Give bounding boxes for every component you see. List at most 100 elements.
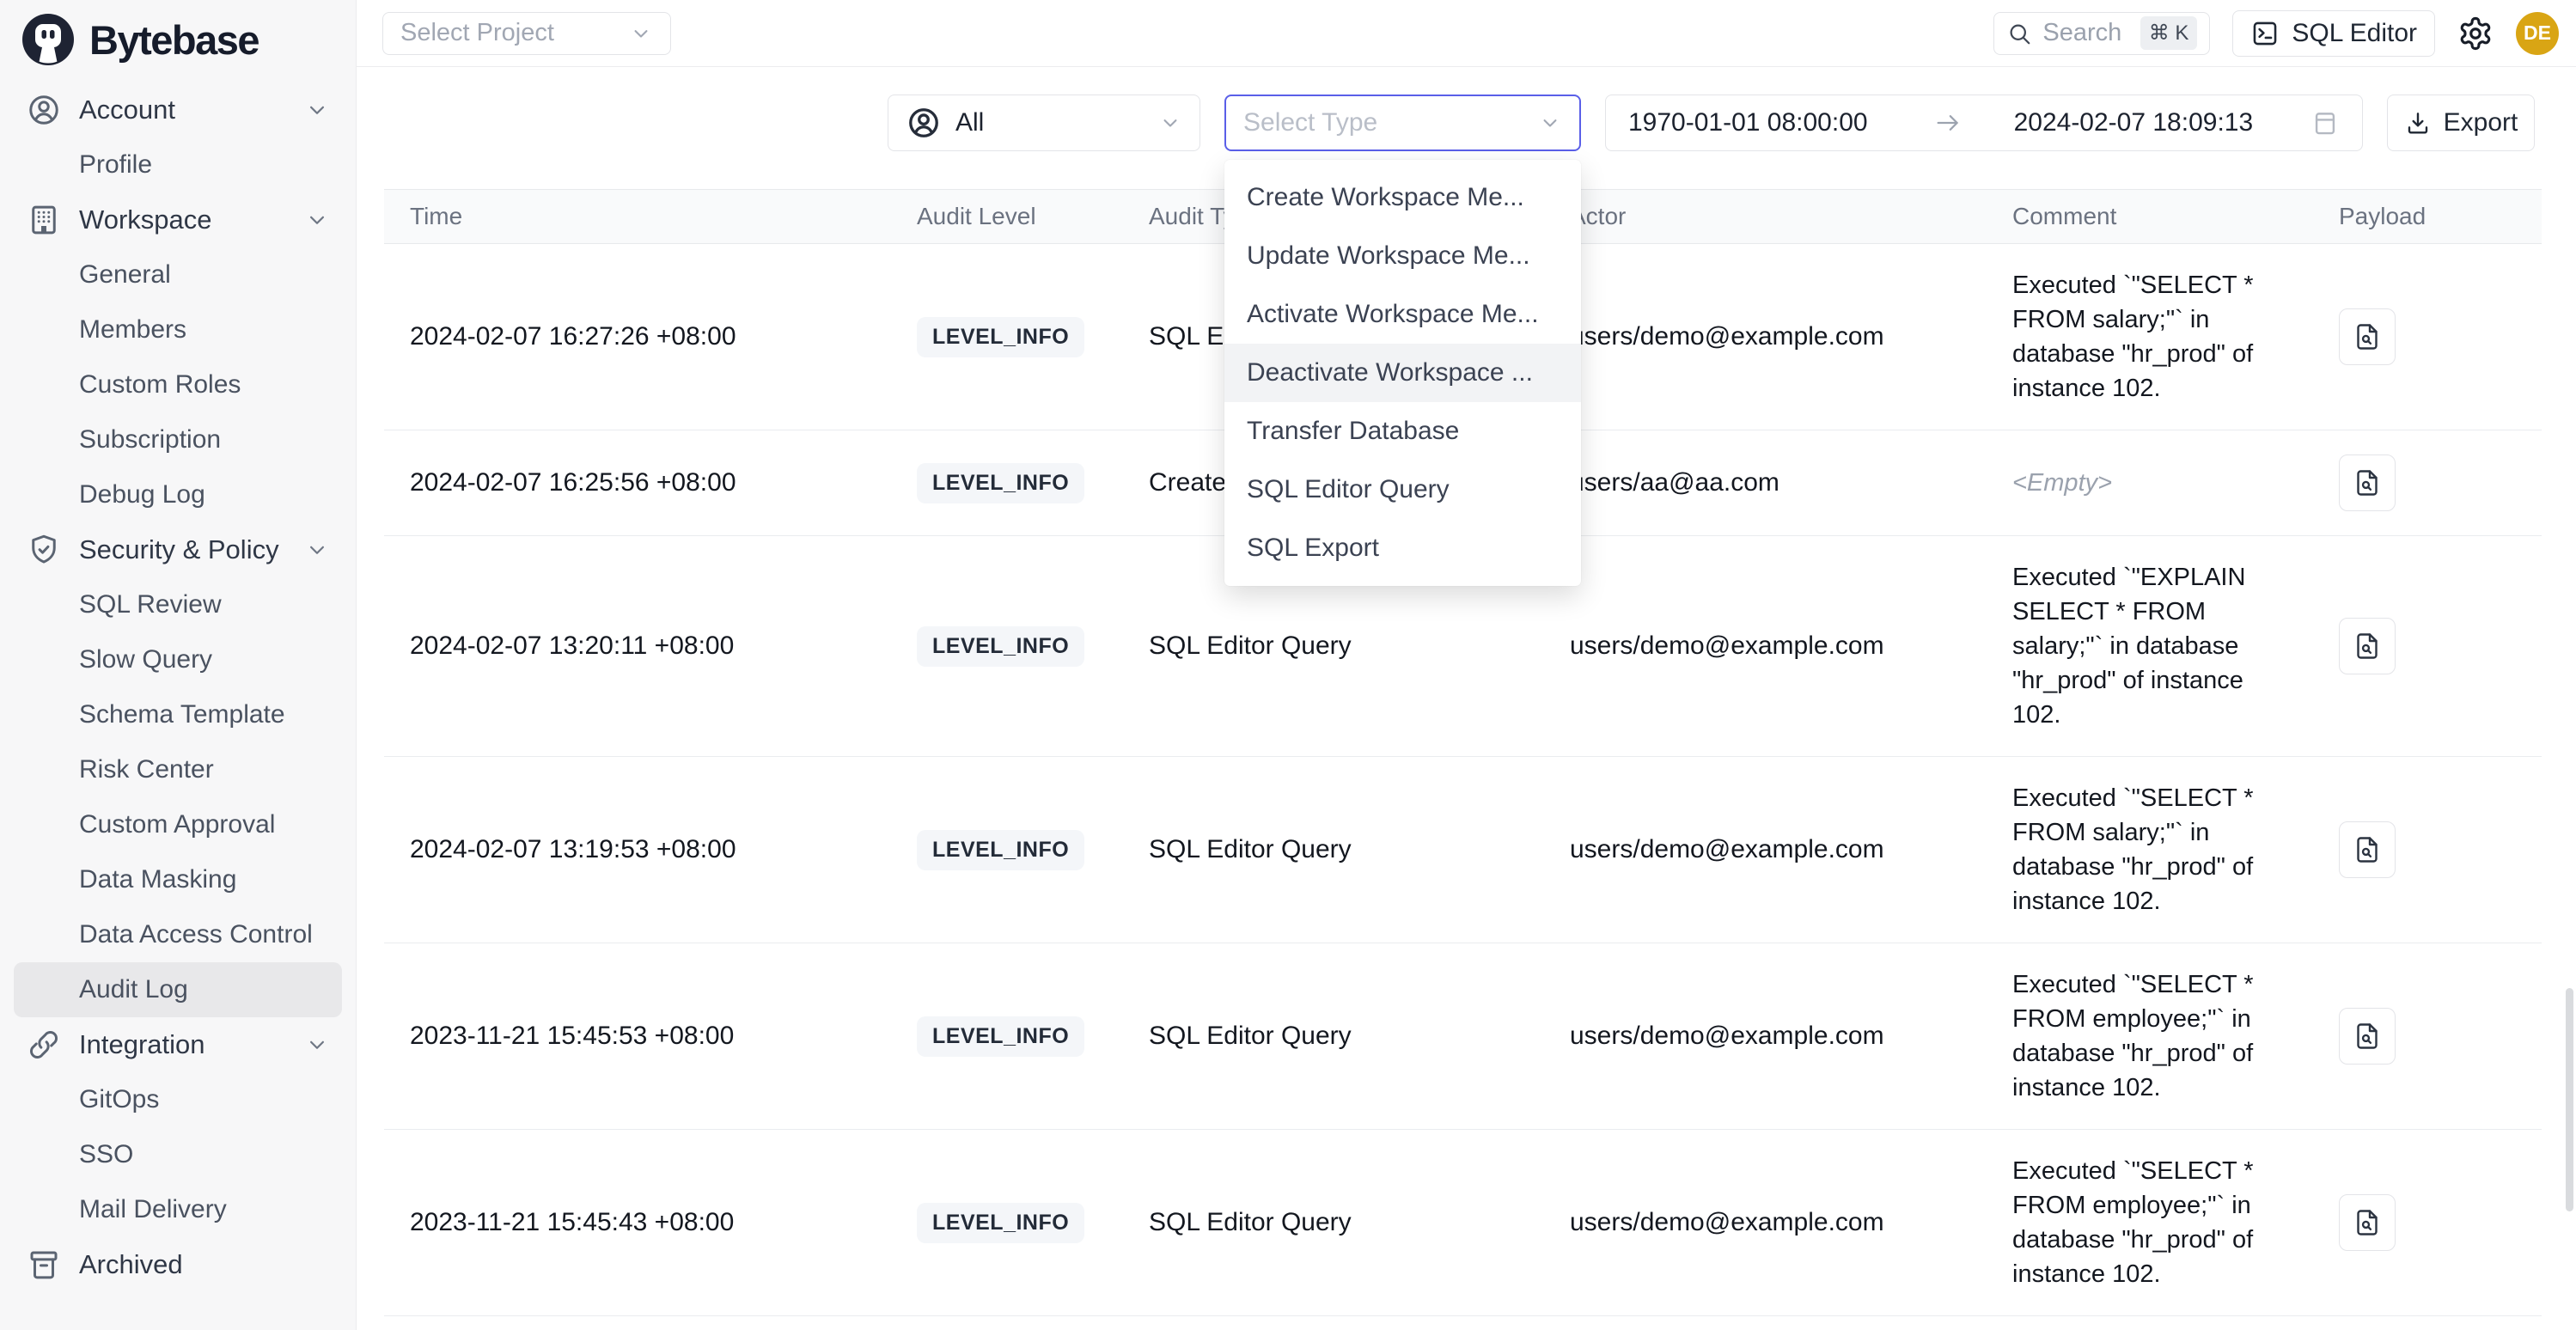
topbar: Select Project Search ⌘ K SQL bbox=[357, 0, 2576, 67]
cell-actor: users/demo@example.com bbox=[1544, 943, 1987, 1130]
table-row: 2023-11-21 15:45:43 +08:00LEVEL_INFOSQL … bbox=[384, 1130, 2542, 1316]
dropdown-option-update-workspace-me[interactable]: Update Workspace Me... bbox=[1224, 227, 1581, 285]
cell-audit-level: LEVEL_INFO bbox=[891, 943, 1123, 1130]
cell-time: 2023-11-04 22:48:30 +08:00 bbox=[384, 1316, 891, 1330]
project-select[interactable]: Select Project bbox=[382, 12, 671, 55]
sidebar-item-profile[interactable]: Profile bbox=[14, 137, 342, 192]
sidebar-item-gitops[interactable]: GitOps bbox=[14, 1072, 342, 1127]
cell-comment: Executed `"SELECT * FROM salary;"` in da… bbox=[1987, 757, 2313, 943]
sidebar-item-label: Risk Center bbox=[79, 755, 214, 784]
cell-audit-level: LEVEL_INFO bbox=[891, 757, 1123, 943]
actor-filter-value: All bbox=[955, 108, 984, 137]
download-icon bbox=[2404, 109, 2432, 137]
file-search-icon bbox=[2352, 1207, 2383, 1238]
scrollbar-thumb[interactable] bbox=[2566, 988, 2573, 1211]
link-icon bbox=[26, 1027, 62, 1063]
audit-level-badge: LEVEL_INFO bbox=[917, 463, 1084, 503]
cell-actor: users/demo@example.com bbox=[1544, 757, 1987, 943]
avatar[interactable]: DE bbox=[2516, 12, 2559, 55]
audit-level-badge: LEVEL_INFO bbox=[917, 830, 1084, 870]
sidebar-item-custom-roles[interactable]: Custom Roles bbox=[14, 357, 342, 412]
cell-payload bbox=[2313, 244, 2542, 430]
dropdown-option-sql-export[interactable]: SQL Export bbox=[1224, 519, 1581, 577]
user-circle-icon bbox=[906, 105, 942, 141]
dropdown-option-deactivate-workspace[interactable]: Deactivate Workspace ... bbox=[1224, 344, 1581, 402]
gear-icon[interactable] bbox=[2457, 15, 2494, 52]
dropdown-option-create-workspace-me[interactable]: Create Workspace Me... bbox=[1224, 168, 1581, 227]
content: All Select Type 1970-01-01 08:00:00 bbox=[357, 67, 2576, 1330]
sidebar-item-audit-log[interactable]: Audit Log bbox=[14, 962, 342, 1017]
payload-view-button[interactable] bbox=[2339, 1194, 2396, 1251]
type-filter-select[interactable]: Select Type bbox=[1224, 95, 1581, 151]
chevron-down-icon bbox=[304, 97, 330, 123]
sidebar-item-label: SSO bbox=[79, 1140, 133, 1169]
topbar-right: Search ⌘ K SQL Editor DE bbox=[1993, 10, 2559, 57]
sidebar-item-risk-center[interactable]: Risk Center bbox=[14, 742, 342, 797]
audit-level-badge: LEVEL_INFO bbox=[917, 1016, 1084, 1057]
export-button[interactable]: Export bbox=[2387, 95, 2535, 151]
date-range-picker[interactable]: 1970-01-01 08:00:00 2024-02-07 18:09:13 bbox=[1605, 95, 2363, 151]
chevron-down-icon bbox=[1158, 111, 1182, 135]
dropdown-option-activate-workspace-me[interactable]: Activate Workspace Me... bbox=[1224, 285, 1581, 344]
cell-payload bbox=[2313, 430, 2542, 536]
sidebar-section-integration[interactable]: Integration bbox=[14, 1017, 342, 1072]
project-select-placeholder: Select Project bbox=[400, 19, 554, 47]
bytebase-logo-icon bbox=[21, 12, 76, 67]
type-filter-dropdown: Create Workspace Me...Update Workspace M… bbox=[1224, 160, 1581, 586]
cell-payload bbox=[2313, 943, 2542, 1130]
sidebar-item-sql-review[interactable]: SQL Review bbox=[14, 577, 342, 632]
actor-filter-select[interactable]: All bbox=[888, 95, 1200, 151]
table-row: 2023-11-04 22:48:30 +08:00LEVEL_INFOCrea… bbox=[384, 1316, 2542, 1330]
sidebar-item-data-masking[interactable]: Data Masking bbox=[14, 852, 342, 907]
audit-level-badge: LEVEL_INFO bbox=[917, 317, 1084, 357]
payload-view-button[interactable] bbox=[2339, 308, 2396, 365]
sidebar-item-subscription[interactable]: Subscription bbox=[14, 412, 342, 467]
sidebar-item-members[interactable]: Members bbox=[14, 302, 342, 357]
cell-audit-level: LEVEL_INFO bbox=[891, 1130, 1123, 1316]
sidebar-item-schema-template[interactable]: Schema Template bbox=[14, 687, 342, 742]
sidebar-item-sso[interactable]: SSO bbox=[14, 1127, 342, 1182]
sidebar-item-data-access-control[interactable]: Data Access Control bbox=[14, 907, 342, 962]
sidebar-item-general[interactable]: General bbox=[14, 247, 342, 302]
cell-time: 2024-02-07 13:19:53 +08:00 bbox=[384, 757, 891, 943]
cell-actor: users/demo@example.com bbox=[1544, 1130, 1987, 1316]
sql-editor-label: SQL Editor bbox=[2292, 19, 2417, 48]
sidebar-item-custom-approval[interactable]: Custom Approval bbox=[14, 797, 342, 852]
payload-view-button[interactable] bbox=[2339, 618, 2396, 674]
search-input[interactable]: Search ⌘ K bbox=[1993, 12, 2210, 55]
search-placeholder: Search bbox=[2042, 19, 2129, 47]
cell-audit-type: Create Workspace Member bbox=[1123, 1316, 1544, 1330]
payload-view-button[interactable] bbox=[2339, 455, 2396, 511]
sidebar-item-label: Schema Template bbox=[79, 700, 285, 729]
sidebar-item-debug-log[interactable]: Debug Log bbox=[14, 467, 342, 522]
cell-comment: <Empty> bbox=[1987, 1316, 2313, 1330]
cell-payload bbox=[2313, 1316, 2542, 1330]
dropdown-option-sql-editor-query[interactable]: SQL Editor Query bbox=[1224, 461, 1581, 519]
payload-view-button[interactable] bbox=[2339, 1008, 2396, 1065]
cell-payload bbox=[2313, 1130, 2542, 1316]
brand-logo[interactable]: Bytebase bbox=[14, 0, 342, 74]
sidebar-section-workspace[interactable]: Workspace bbox=[14, 192, 342, 247]
column-header-actor: Actor bbox=[1544, 190, 1987, 244]
shield-check-icon bbox=[26, 532, 62, 568]
sql-editor-button[interactable]: SQL Editor bbox=[2232, 10, 2435, 57]
cell-comment: Executed `"SELECT * FROM salary;"` in da… bbox=[1987, 244, 2313, 430]
sidebar-section-account[interactable]: Account bbox=[14, 82, 342, 137]
cell-audit-level: LEVEL_INFO bbox=[891, 430, 1123, 536]
sidebar-section-security-policy[interactable]: Security & Policy bbox=[14, 522, 342, 577]
chevron-down-icon bbox=[1538, 111, 1562, 135]
sidebar-item-label: Integration bbox=[79, 1029, 304, 1060]
type-filter-placeholder: Select Type bbox=[1243, 108, 1377, 137]
dropdown-option-transfer-database[interactable]: Transfer Database bbox=[1224, 402, 1581, 461]
cell-audit-type: SQL Editor Query bbox=[1123, 1130, 1544, 1316]
file-search-icon bbox=[2352, 1021, 2383, 1052]
sidebar-item-mail-delivery[interactable]: Mail Delivery bbox=[14, 1182, 342, 1237]
cell-comment: <Empty> bbox=[1987, 430, 2313, 536]
sidebar-item-label: Custom Approval bbox=[79, 810, 275, 839]
sidebar-item-slow-query[interactable]: Slow Query bbox=[14, 632, 342, 687]
sidebar-item-label: GitOps bbox=[79, 1085, 159, 1114]
sidebar-item-label: General bbox=[79, 260, 171, 290]
sidebar-section-archived[interactable]: Archived bbox=[14, 1237, 342, 1292]
payload-view-button[interactable] bbox=[2339, 821, 2396, 878]
sidebar-item-label: Security & Policy bbox=[79, 534, 304, 565]
